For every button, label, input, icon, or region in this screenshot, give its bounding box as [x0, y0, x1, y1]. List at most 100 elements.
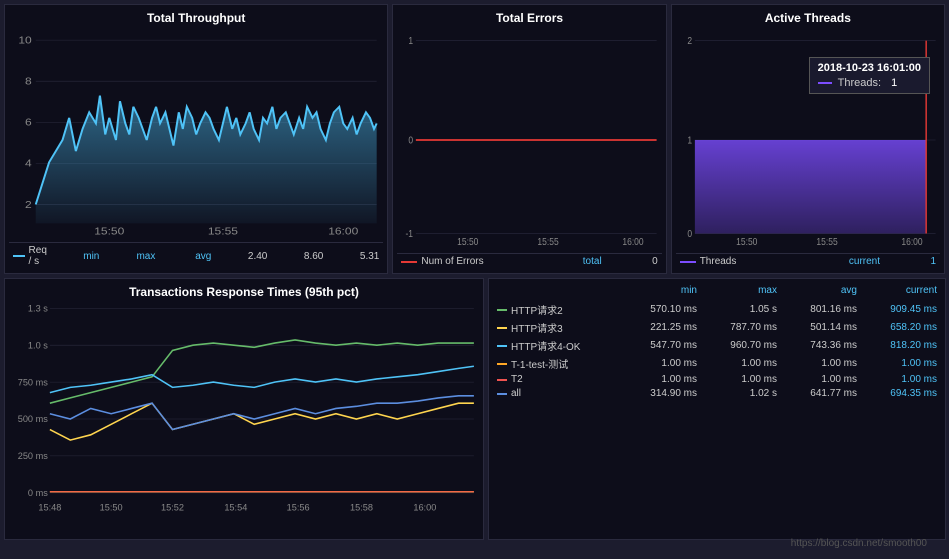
errors-panel: Total Errors 1 0 -1 15:50 15:55 16:00	[392, 4, 666, 274]
legend-color-dot-5	[497, 393, 507, 395]
legend-row-max-3: 1.00 ms	[697, 358, 777, 369]
legend-row-current-1: 658.20 ms	[857, 322, 937, 333]
svg-text:500 ms: 500 ms	[18, 414, 48, 424]
errors-legend-item: Num of Errors	[401, 256, 483, 267]
threads-legend: Threads current 1	[676, 253, 940, 269]
svg-text:4: 4	[25, 159, 32, 170]
legend-row-3: T-1-test-测试 1.00 ms 1.00 ms 1.00 ms 1.00…	[497, 356, 937, 371]
tooltip-line-icon	[818, 82, 832, 84]
legend-row-current-3: 1.00 ms	[857, 358, 937, 369]
tooltip-row: Threads: 1	[818, 77, 921, 89]
svg-text:1.3 s: 1.3 s	[28, 303, 48, 313]
header-name	[497, 285, 617, 296]
legend-row-name-3: T-1-test-测试	[497, 356, 617, 371]
header-min: min	[617, 285, 697, 296]
svg-text:1: 1	[687, 135, 692, 147]
legend-row-name-1: HTTP请求3	[497, 320, 617, 335]
throughput-avg-header: avg	[171, 251, 211, 262]
legend-row-label-2: HTTP请求4-OK	[511, 338, 580, 353]
svg-text:15:55: 15:55	[538, 236, 559, 248]
errors-chart-area: 1 0 -1 15:50 15:55 16:00	[397, 29, 661, 251]
throughput-max-val: 8.60	[283, 251, 323, 262]
svg-text:1: 1	[409, 35, 414, 47]
legend-row-min-0: 570.10 ms	[617, 304, 697, 315]
threads-chart-area: 2018-10-23 16:01:00 Threads: 1 2 1 0	[676, 29, 940, 251]
dashboard: Total Throughput 10 8 6 4 2	[0, 0, 949, 559]
svg-text:15:52: 15:52	[161, 503, 184, 513]
svg-text:15:50: 15:50	[100, 503, 123, 513]
svg-text:1.0 s: 1.0 s	[28, 340, 48, 350]
svg-text:0: 0	[409, 135, 414, 147]
legend-row-2: HTTP请求4-OK 547.70 ms 960.70 ms 743.36 ms…	[497, 338, 937, 353]
svg-text:15:56: 15:56	[287, 503, 310, 513]
tooltip-time: 2018-10-23 16:01:00	[818, 62, 921, 74]
throughput-avg-val: 5.31	[339, 251, 379, 262]
legend-color-dot-4	[497, 379, 507, 381]
legend-row-label-1: HTTP请求3	[511, 320, 563, 335]
errors-values: total 0	[562, 256, 658, 267]
svg-text:15:55: 15:55	[208, 226, 238, 237]
errors-total-val: 0	[618, 256, 658, 267]
header-current: current	[857, 285, 937, 296]
threads-values: current 1	[840, 256, 936, 267]
errors-svg: 1 0 -1 15:50 15:55 16:00	[397, 29, 661, 251]
legend-row-avg-0: 801.16 ms	[777, 304, 857, 315]
svg-text:15:58: 15:58	[350, 503, 373, 513]
header-max: max	[697, 285, 777, 296]
header-avg: avg	[777, 285, 857, 296]
legend-row-avg-3: 1.00 ms	[777, 358, 857, 369]
response-legend-header: min max avg current	[497, 285, 937, 298]
throughput-line-icon	[13, 255, 25, 257]
svg-text:-1: -1	[406, 228, 414, 240]
svg-text:15:48: 15:48	[38, 503, 61, 513]
legend-rows: HTTP请求2 570.10 ms 1.05 s 801.16 ms 909.4…	[497, 302, 937, 402]
errors-title: Total Errors	[397, 9, 661, 27]
legend-row-max-2: 960.70 ms	[697, 340, 777, 351]
svg-text:0 ms: 0 ms	[28, 488, 48, 498]
threads-legend-item: Threads	[680, 256, 737, 267]
legend-row-min-4: 1.00 ms	[617, 374, 697, 385]
legend-row-label-3: T-1-test-测试	[511, 356, 568, 371]
svg-text:16:00: 16:00	[901, 236, 922, 248]
svg-text:15:50: 15:50	[736, 236, 757, 248]
legend-row-min-5: 314.90 ms	[617, 388, 697, 399]
response-legend-panel: min max avg current HTTP请求2 570.10 ms 1.…	[488, 278, 946, 540]
legend-row-current-5: 694.35 ms	[857, 388, 937, 399]
response-times-panel: Transactions Response Times (95th pct) 1…	[4, 278, 484, 540]
legend-color-dot-1	[497, 327, 507, 329]
legend-row-current-2: 818.20 ms	[857, 340, 937, 351]
errors-legend-label: Num of Errors	[421, 256, 483, 267]
legend-row-1: HTTP请求3 221.25 ms 787.70 ms 501.14 ms 65…	[497, 320, 937, 335]
svg-text:15:54: 15:54	[224, 503, 247, 513]
tooltip-label: Threads:	[838, 77, 881, 89]
legend-row-current-0: 909.45 ms	[857, 304, 937, 315]
throughput-min-header: min	[59, 251, 99, 262]
legend-color-dot-0	[497, 309, 507, 311]
legend-color-dot-2	[497, 345, 507, 347]
errors-line-icon	[401, 261, 417, 263]
throughput-legend: Req / s min max avg 2.40 8.60 5.31	[9, 242, 383, 269]
threads-current-header: current	[840, 256, 880, 267]
bottom-row: Transactions Response Times (95th pct) 1…	[4, 278, 945, 540]
legend-row-avg-2: 743.36 ms	[777, 340, 857, 351]
legend-row-name-2: HTTP请求4-OK	[497, 338, 617, 353]
response-times-chart-area: 1.3 s 1.0 s 750 ms 500 ms 250 ms 0 ms	[9, 303, 479, 535]
svg-text:6: 6	[25, 117, 32, 128]
throughput-legend-item: Req / s	[13, 245, 51, 267]
svg-text:16:00: 16:00	[623, 236, 644, 248]
legend-row-0: HTTP请求2 570.10 ms 1.05 s 801.16 ms 909.4…	[497, 302, 937, 317]
svg-text:15:50: 15:50	[458, 236, 479, 248]
legend-row-label-0: HTTP请求2	[511, 302, 563, 317]
svg-text:0: 0	[687, 228, 692, 240]
watermark: https://blog.csdn.net/smooth00	[0, 538, 935, 549]
threads-line-icon	[680, 261, 696, 263]
svg-text:8: 8	[25, 76, 32, 87]
top-row: Total Throughput 10 8 6 4 2	[4, 4, 945, 274]
legend-row-name-0: HTTP请求2	[497, 302, 617, 317]
svg-text:16:00: 16:00	[328, 226, 358, 237]
legend-row-min-1: 221.25 ms	[617, 322, 697, 333]
legend-row-avg-4: 1.00 ms	[777, 374, 857, 385]
svg-text:750 ms: 750 ms	[18, 377, 48, 387]
tooltip-value: 1	[891, 77, 897, 89]
svg-text:10: 10	[18, 35, 31, 46]
